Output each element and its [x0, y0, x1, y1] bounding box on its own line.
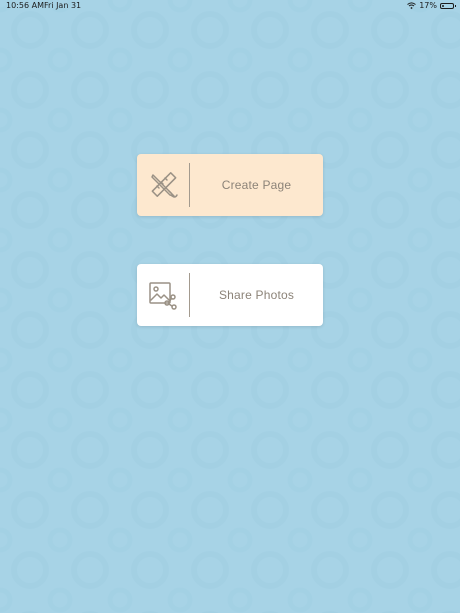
- status-date: Fri Jan 31: [44, 1, 82, 10]
- battery-level: [442, 4, 444, 7]
- status-bar: 10:56 AM Fri Jan 31 17%: [0, 0, 460, 12]
- battery-percent: 17%: [419, 1, 437, 10]
- create-page-label: Create Page: [221, 178, 292, 192]
- status-indicators: 17%: [407, 1, 456, 10]
- battery-icon: [440, 2, 456, 9]
- status-time: 10:56 AM: [6, 1, 44, 10]
- create-page-button[interactable]: Create Page: [137, 154, 323, 216]
- share-photos-button[interactable]: Share Photos: [137, 264, 323, 326]
- pencil-ruler-icon: [137, 154, 189, 216]
- image-share-icon: [137, 264, 189, 326]
- share-photos-label: Share Photos: [218, 288, 295, 302]
- wifi-icon: [407, 2, 417, 9]
